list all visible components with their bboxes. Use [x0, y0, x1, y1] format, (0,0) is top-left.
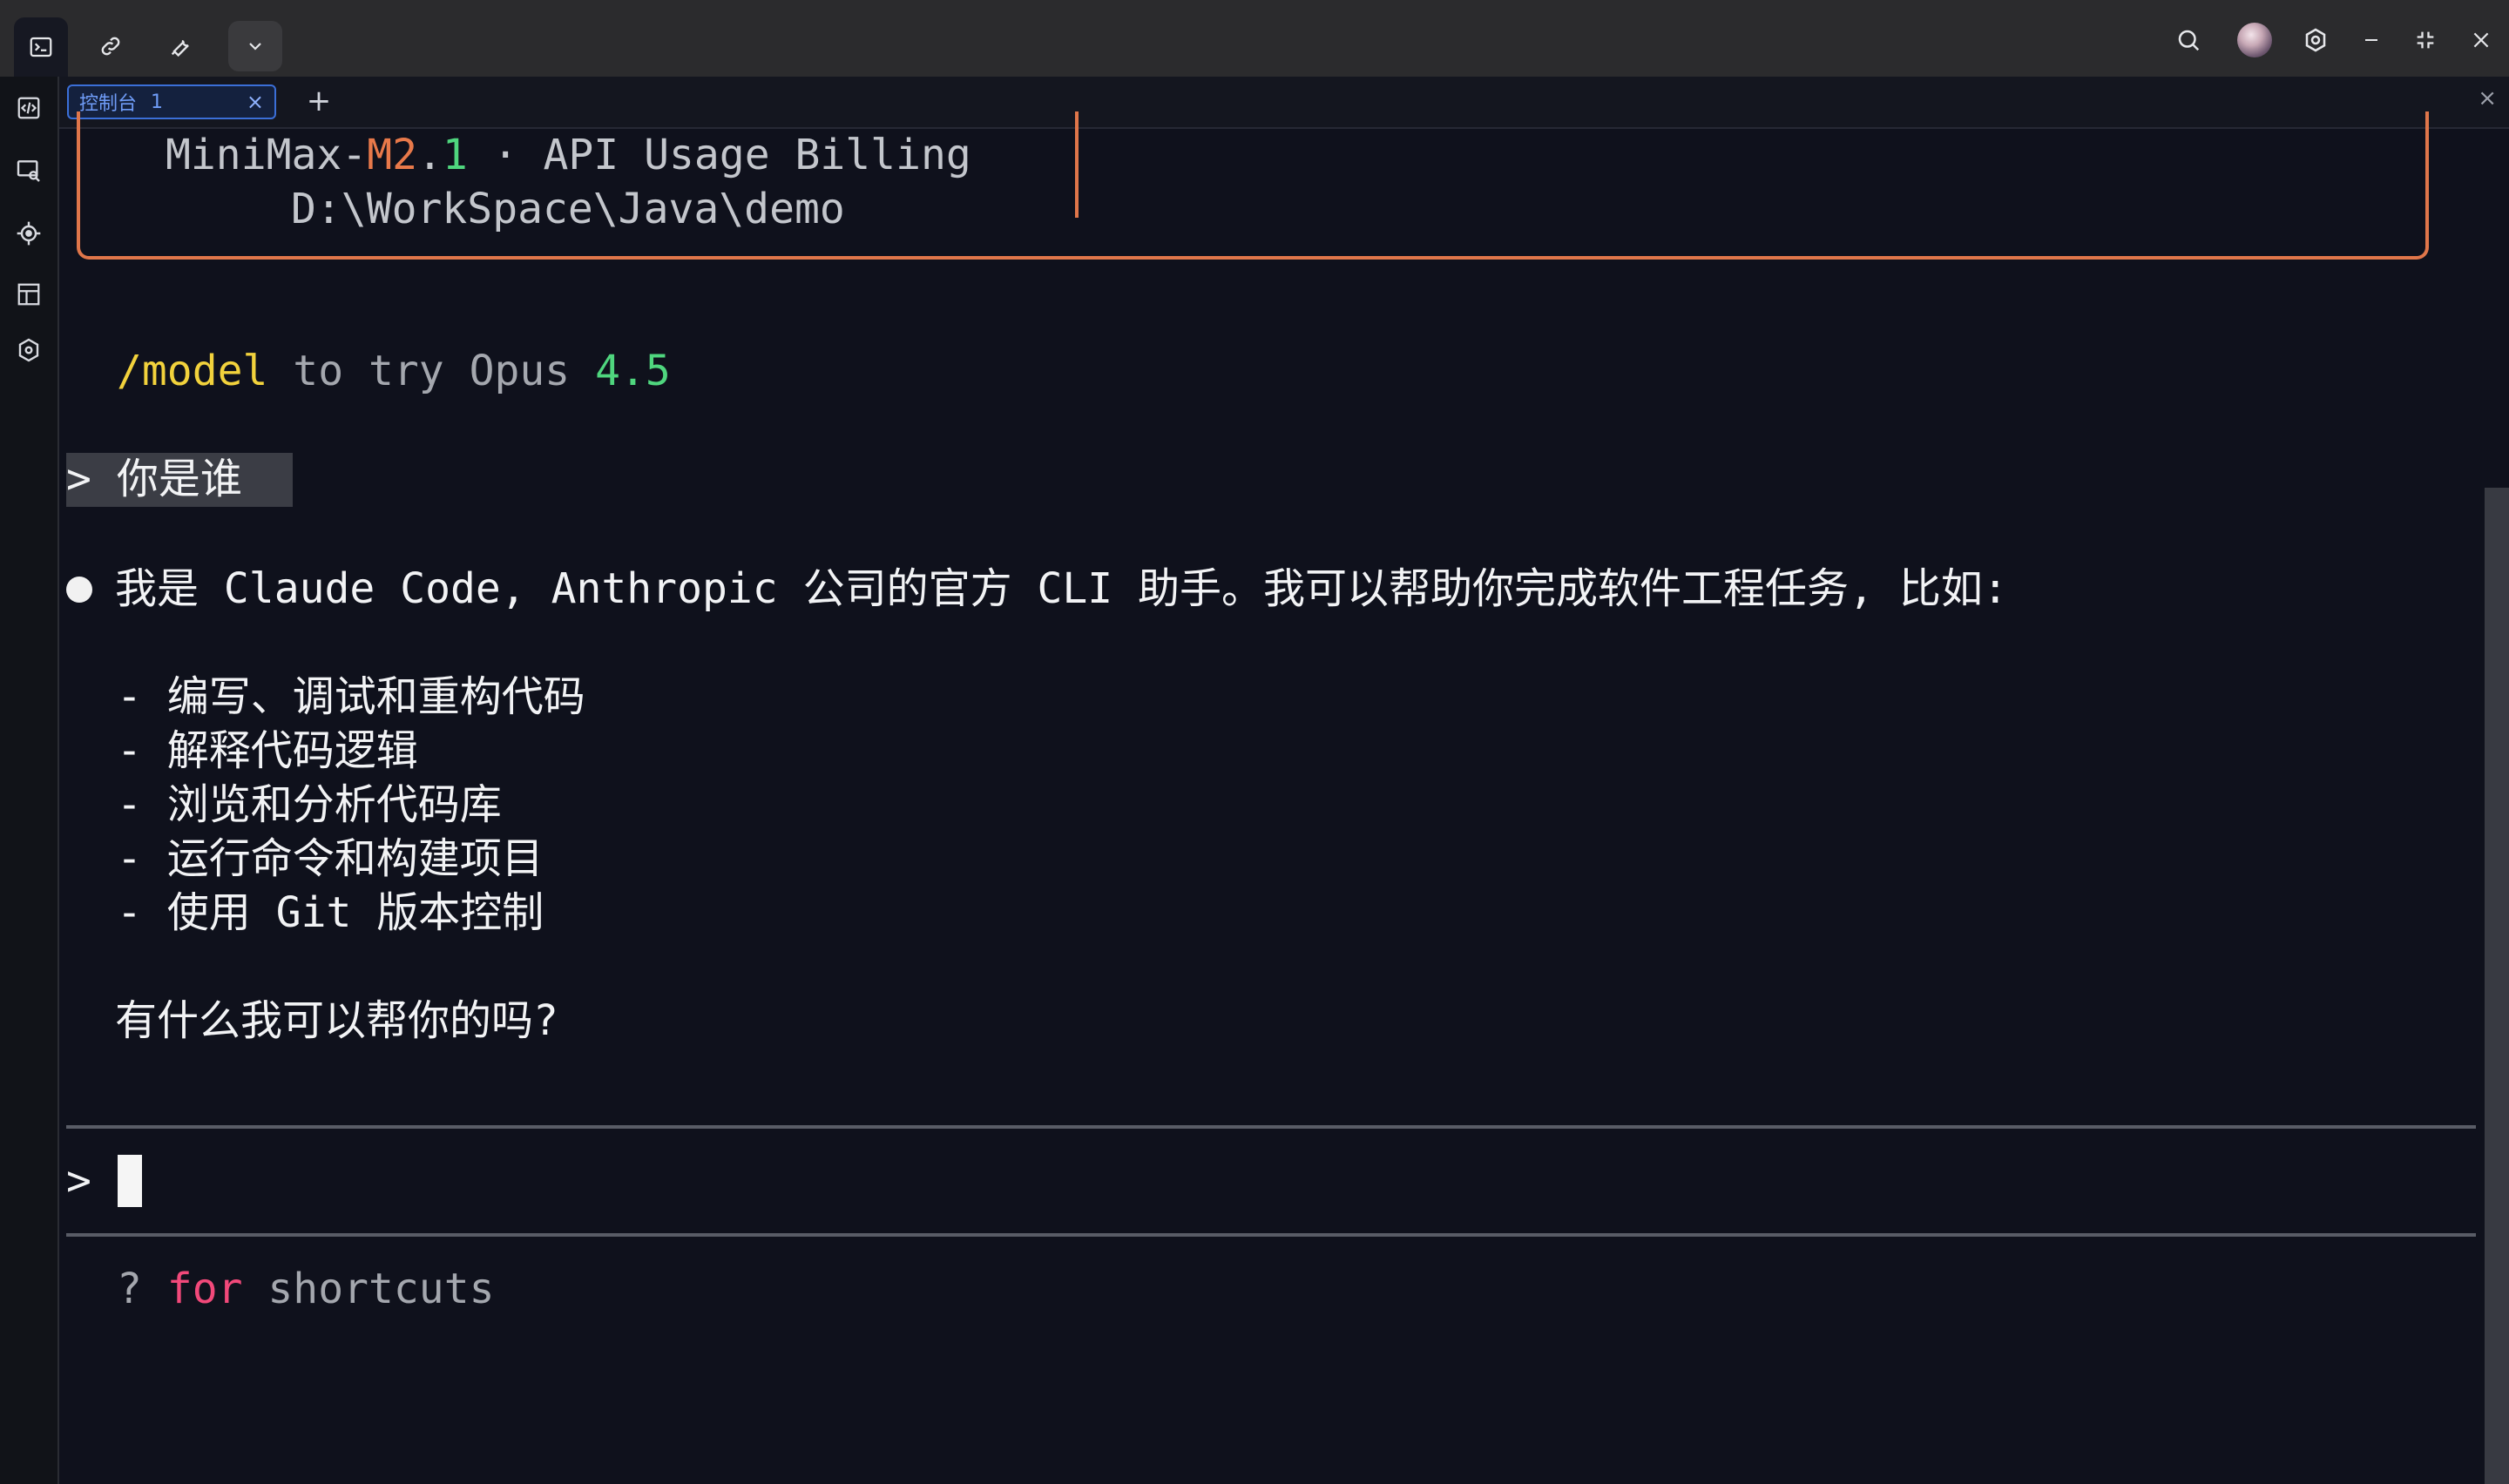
tab-dropdown-button[interactable] — [228, 21, 282, 71]
model-name-dot: . — [416, 131, 443, 179]
prompt-symbol: > — [66, 455, 91, 503]
model-tip-line: /model to try Opus 4.5 — [117, 345, 671, 397]
tip-command: /model — [117, 347, 268, 395]
hexagon-icon — [18, 338, 39, 362]
minimize-icon — [2365, 39, 2377, 41]
layout-button[interactable] — [11, 277, 46, 312]
response-outro: 有什么我可以帮你的吗? — [115, 996, 558, 1045]
preview-button[interactable] — [11, 153, 46, 188]
shortcuts-hint: ? for shortcuts — [117, 1263, 494, 1315]
terminal-tab-button[interactable] — [14, 17, 68, 77]
wrench-icon — [171, 40, 189, 57]
user-avatar-button[interactable] — [2234, 19, 2276, 61]
response-list-item: - 解释代码逻辑 — [117, 726, 418, 775]
tool-tab-button[interactable] — [153, 21, 207, 71]
model-header-line: MiniMax-M2.1 · API Usage Billing — [166, 129, 971, 181]
response-list-item: - 编写、调试和重构代码 — [117, 672, 585, 721]
settings-button[interactable] — [2295, 19, 2337, 61]
panel-close-icon[interactable]: × — [2478, 85, 2497, 111]
input-prompt-symbol: > — [66, 1157, 91, 1205]
user-message: 你是谁 — [116, 455, 242, 503]
tip-version: 4.5 — [595, 347, 671, 395]
model-name-m: M2 — [367, 131, 417, 179]
input-top-divider — [66, 1125, 2476, 1129]
layout-icon — [17, 283, 40, 306]
header-separator: · — [467, 131, 544, 179]
model-name-version: 1 — [442, 131, 468, 179]
welcome-divider — [1075, 111, 1079, 218]
response-intro: 我是 Claude Code, Anthropic 公司的官方 CLI 助手。我… — [115, 564, 2008, 613]
link-icon — [101, 37, 120, 56]
code-view-button[interactable] — [11, 91, 46, 125]
shortcut-for: for — [166, 1265, 243, 1313]
response-list-item: - 浏览和分析代码库 — [117, 780, 502, 829]
terminal-icon — [30, 37, 52, 57]
search-button[interactable] — [2167, 19, 2209, 61]
user-prompt-line: > 你是谁 — [66, 453, 242, 505]
input-cursor[interactable] — [118, 1155, 142, 1207]
tab-close-icon[interactable]: × — [247, 90, 264, 114]
tab-console-number: 1 — [151, 91, 164, 113]
target-icon — [17, 221, 41, 246]
title-bar — [0, 0, 2509, 77]
link-tab-button[interactable] — [84, 21, 138, 71]
tip-text: to try Opus — [267, 347, 596, 395]
code-icon — [17, 97, 40, 119]
minimize-button[interactable] — [2350, 19, 2392, 61]
restore-button[interactable] — [2404, 19, 2446, 61]
restore-icon — [2417, 31, 2434, 49]
response-list-item: - 使用 Git 版本控制 — [117, 888, 544, 937]
activity-bar — [0, 77, 59, 1484]
search-icon — [2178, 30, 2200, 51]
response-list-item: - 运行命令和构建项目 — [117, 834, 544, 883]
target-button[interactable] — [11, 216, 46, 251]
billing-label: API Usage Billing — [543, 131, 971, 179]
close-icon — [2473, 32, 2489, 48]
chevron-down-icon — [249, 43, 261, 51]
model-name-prefix: MiniMax- — [166, 131, 368, 179]
settings-icon — [2305, 28, 2326, 52]
avatar — [2237, 23, 2272, 57]
extensions-button[interactable] — [11, 333, 46, 368]
close-window-button[interactable] — [2460, 19, 2502, 61]
input-bottom-divider — [66, 1233, 2476, 1237]
terminal-scrollbar[interactable] — [2485, 488, 2509, 1484]
working-directory: D:\WorkSpace\Java\demo — [291, 185, 845, 233]
terminal-output[interactable]: MiniMax-M2.1 · API Usage Billing D:\Work… — [59, 111, 2481, 1484]
response-bullet-icon — [66, 577, 92, 603]
preview-icon — [17, 160, 40, 182]
shortcut-rest: shortcuts — [242, 1265, 495, 1313]
shortcut-question: ? — [117, 1265, 167, 1313]
